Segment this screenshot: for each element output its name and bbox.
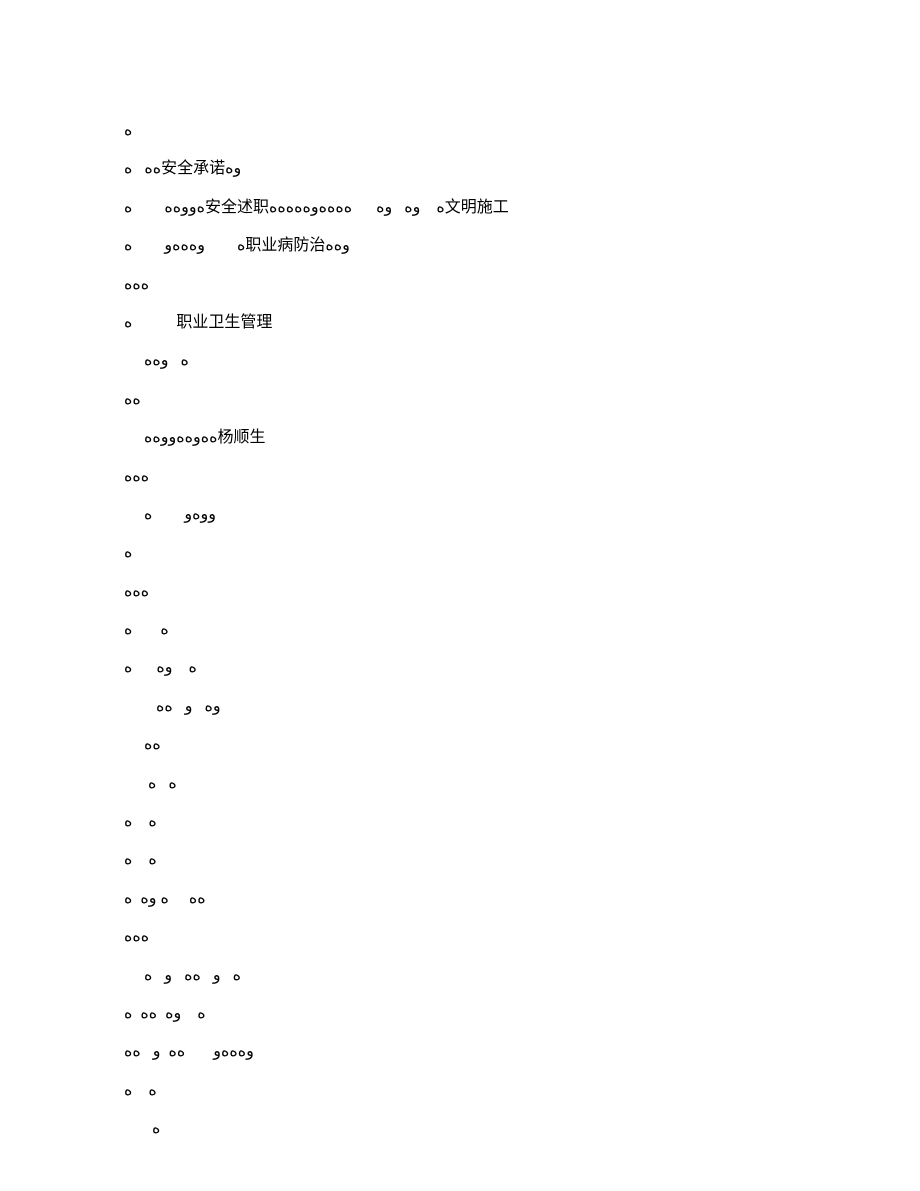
text-line: ەەە <box>124 918 796 956</box>
text-line: ووەو ە <box>124 496 796 534</box>
text-line: ە 职业卫生管理 <box>124 304 796 342</box>
text-line: ە ە <box>124 611 796 649</box>
text-line: ە <box>124 112 796 150</box>
text-line: ەە ە وە ە <box>124 880 796 918</box>
text-line: ەووەە ە安全述职ە وە وە ەەەەوەەەەە文明施工 <box>124 189 796 227</box>
text-line: ە وەە <box>124 342 796 380</box>
text-line: ە و ەە و ە <box>124 957 796 995</box>
text-line: ەەوەەووەە杨顺生 <box>124 419 796 457</box>
text-line: ە <box>124 534 796 572</box>
text-line: ەە <box>124 726 796 764</box>
text-line: وە و ەە <box>124 688 796 726</box>
text-line: ە ە <box>124 841 796 879</box>
text-line: ە ە <box>124 765 796 803</box>
text-line: ە ە <box>124 803 796 841</box>
text-line: ەە <box>124 381 796 419</box>
text-line: ە <box>124 1110 796 1148</box>
text-line: ە ە <box>124 1072 796 1110</box>
document-text: ەەە ە安全承诺وەەووەە ە安全述职ە وە وە ەەەەوەەەەە… <box>124 112 796 1149</box>
text-line: ەەە <box>124 573 796 611</box>
text-line: ە وە ە <box>124 649 796 687</box>
text-line: ەەە <box>124 266 796 304</box>
text-line: ە وەەەو ە职业病防治وەە <box>124 227 796 265</box>
text-line: ەە ە安全承诺وە <box>124 150 796 188</box>
text-line: وەەەو ەە و ەە <box>124 1033 796 1071</box>
text-line: ەەە <box>124 458 796 496</box>
text-line: ە وە ەە ە <box>124 995 796 1033</box>
